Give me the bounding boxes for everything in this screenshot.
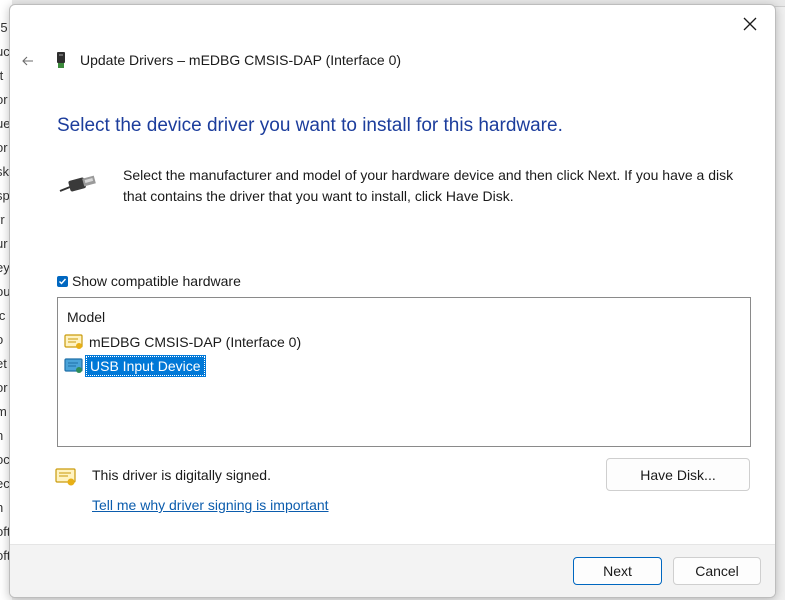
dialog-title: Update Drivers – mEDBG CMSIS-DAP (Interf… — [80, 52, 402, 68]
usb-device-icon — [57, 52, 65, 68]
usb-cable-icon — [59, 175, 96, 192]
model-list-item-selected[interactable]: USB Input Device — [64, 355, 206, 377]
cancel-button[interactable]: Cancel — [673, 557, 761, 585]
model-item-label: USB Input Device — [85, 355, 206, 377]
model-item-label: mEDBG CMSIS-DAP (Interface 0) — [89, 334, 302, 350]
page-heading: Select the device driver you want to ins… — [57, 115, 563, 136]
background-text-fragment: et — [0, 356, 7, 371]
background-text-fragment: -5 — [0, 20, 8, 35]
model-column-header: Model — [67, 309, 106, 325]
have-disk-button[interactable]: Have Disk... — [606, 458, 750, 491]
background-text-fragment: ur — [0, 236, 8, 251]
driver-signing-link[interactable]: Tell me why driver signing is important — [92, 497, 329, 513]
update-drivers-dialog: Update Drivers – mEDBG CMSIS-DAP (Interf… — [9, 4, 776, 598]
background-text-fragment: or — [0, 380, 8, 395]
show-compatible-option[interactable]: Show compatible hardware — [57, 273, 241, 289]
back-button[interactable] — [18, 51, 38, 71]
background-text-fragment: m — [0, 404, 7, 419]
next-button[interactable]: Next — [573, 557, 662, 585]
show-compatible-checkbox[interactable] — [57, 275, 68, 287]
background-text-fragment: o — [0, 332, 3, 347]
signed-certificate-icon — [55, 468, 76, 486]
dialog-title-row: Update Drivers – mEDBG CMSIS-DAP (Interf… — [56, 51, 401, 69]
background-text-fragment: ic — [0, 308, 6, 323]
background-text-fragment: tt — [0, 68, 4, 83]
background-text-fragment: sk — [0, 164, 9, 179]
model-list[interactable]: Model mEDBG CMSIS-DAP (Interface 0) USB … — [57, 297, 751, 447]
driver-certificate-icon — [64, 358, 83, 373]
background-text-fragment: or — [0, 140, 8, 155]
instructions-text: Select the manufacturer and model of you… — [123, 167, 734, 204]
close-icon — [743, 17, 757, 31]
dialog-footer: Next Cancel — [10, 544, 775, 597]
back-arrow-icon — [22, 56, 33, 66]
background-text-fragment: n — [0, 428, 3, 443]
driver-certificate-icon — [64, 334, 83, 349]
background-text-fragment: or — [0, 92, 8, 107]
close-button[interactable] — [735, 11, 765, 37]
checkmark-icon — [59, 278, 67, 285]
show-compatible-label: Show compatible hardware — [72, 273, 241, 289]
background-text-fragment: rr — [0, 212, 5, 227]
background-text-fragment: n — [0, 500, 3, 515]
model-list-item[interactable]: mEDBG CMSIS-DAP (Interface 0) — [64, 332, 304, 352]
signing-status-text: This driver is digitally signed. — [92, 467, 271, 483]
